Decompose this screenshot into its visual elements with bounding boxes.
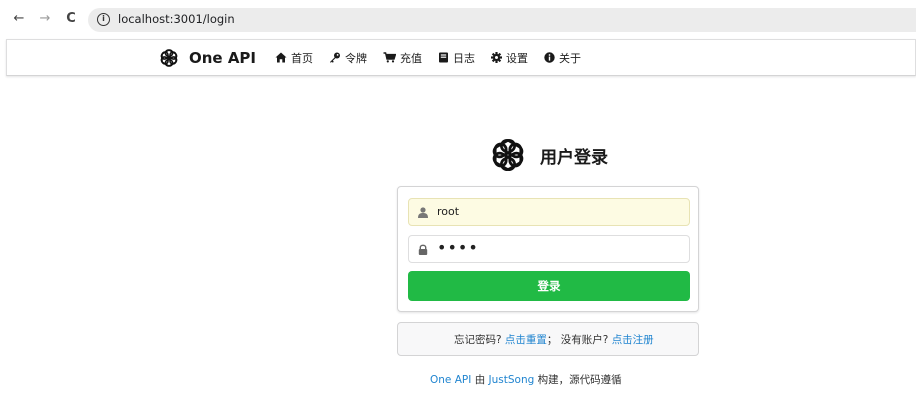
menu-item-settings-label: 设置 <box>506 51 528 65</box>
author-link[interactable]: JustSong <box>489 374 535 386</box>
menu-item-home-label: 首页 <box>291 51 313 65</box>
openai-logo-icon <box>160 49 178 67</box>
menu-item-logs-label: 日志 <box>453 51 475 65</box>
browser-toolbar: ← → C i localhost:3001/login <box>0 0 916 38</box>
menu-item-tokens-label: 令牌 <box>345 51 367 65</box>
menu-item-about[interactable]: 关于 <box>536 40 589 75</box>
username-field[interactable]: root <box>408 198 690 226</box>
lock-icon <box>418 244 428 255</box>
login-form: root •••• 登录 <box>397 186 699 312</box>
cart-icon <box>383 52 396 63</box>
menu-item-tokens[interactable]: 令牌 <box>321 40 375 75</box>
login-button[interactable]: 登录 <box>408 271 690 301</box>
footer-rest-text: 构建，源代码遵循 <box>537 374 622 386</box>
key-icon <box>330 52 340 63</box>
login-heading: 用户登录 <box>486 133 608 177</box>
home-icon <box>275 52 287 63</box>
account-help-message: 忘记密码? 点击重置； 没有账户? 点击注册 <box>397 322 699 356</box>
forward-arrow-icon[interactable]: → <box>36 10 54 28</box>
menu-item-logs[interactable]: 日志 <box>430 40 483 75</box>
footer: One API 由 JustSong 构建，源代码遵循 <box>430 372 622 387</box>
reload-icon[interactable]: C <box>62 10 80 28</box>
no-account-text: 没有账户? <box>560 334 609 346</box>
separator-text: ； <box>546 334 558 346</box>
brand-name: One API <box>189 49 257 67</box>
cog-icon <box>491 52 502 63</box>
password-field[interactable]: •••• <box>408 235 690 263</box>
account-help-line: 忘记密码? 点击重置； 没有账户? 点击注册 <box>454 332 654 347</box>
menu-item-home[interactable]: 首页 <box>267 40 321 75</box>
user-icon <box>418 207 428 218</box>
page-title: 用户登录 <box>540 147 608 168</box>
menu-item-topup-label: 充值 <box>400 51 422 65</box>
reset-password-link[interactable]: 点击重置 <box>505 334 547 346</box>
username-value[interactable]: root <box>437 205 459 218</box>
site-info-icon[interactable]: i <box>97 13 110 26</box>
register-link[interactable]: 点击注册 <box>612 334 654 346</box>
menu-item-about-label: 关于 <box>559 51 581 65</box>
address-bar[interactable]: i localhost:3001/login <box>88 8 916 32</box>
book-icon <box>439 52 448 63</box>
back-arrow-icon[interactable]: ← <box>10 10 28 28</box>
menu-item-settings[interactable]: 设置 <box>483 40 536 75</box>
menu-item-topup[interactable]: 充值 <box>375 40 430 75</box>
app-header: One API 首页 令牌 充值 日志 设置 关于 <box>6 39 916 76</box>
forgot-password-text: 忘记密码? <box>454 334 502 346</box>
password-value[interactable]: •••• <box>437 238 479 257</box>
info-circle-icon <box>544 52 555 63</box>
brand-link[interactable]: One API <box>157 45 256 71</box>
url-text[interactable]: localhost:3001/login <box>118 12 235 26</box>
main-menu: 首页 令牌 充值 日志 设置 关于 <box>267 40 589 75</box>
project-link[interactable]: One API <box>430 374 471 386</box>
openai-logo-icon <box>492 139 524 171</box>
footer-by-text: 由 <box>474 374 486 386</box>
